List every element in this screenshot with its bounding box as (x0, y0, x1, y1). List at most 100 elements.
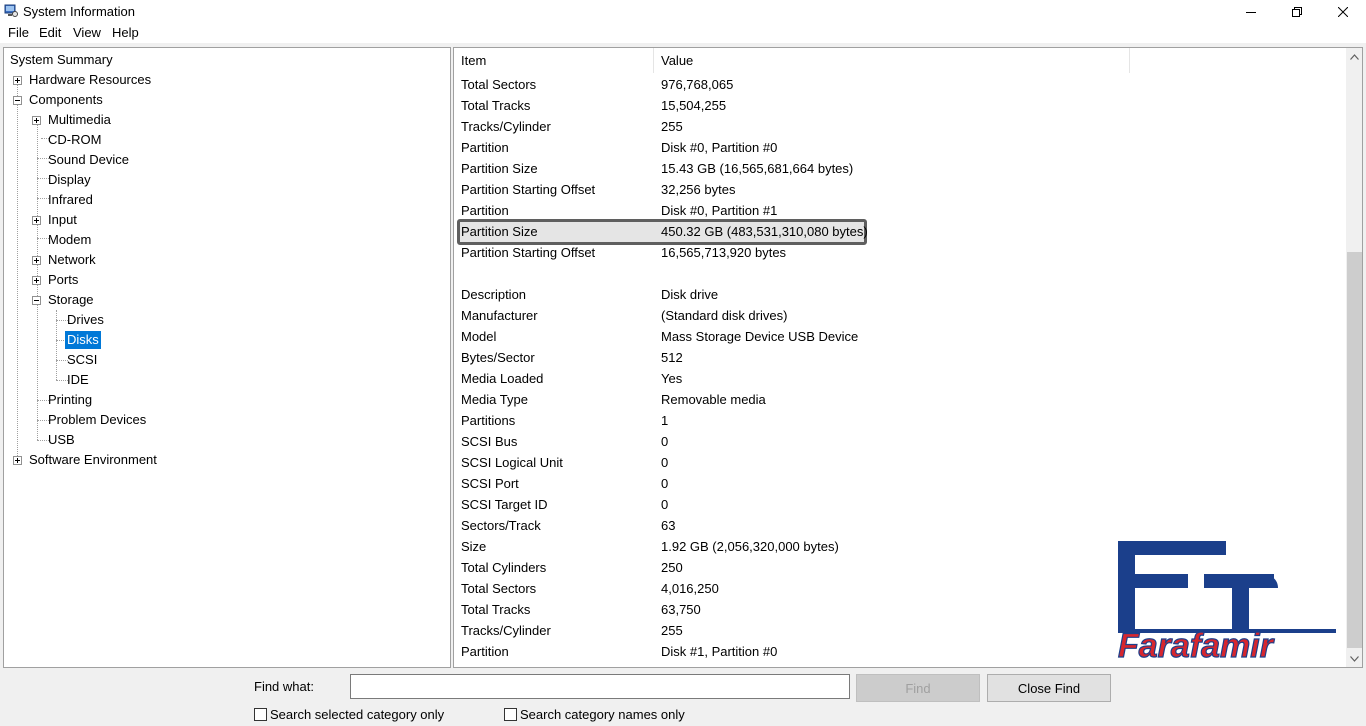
tree-item-label: Problem Devices (48, 412, 147, 427)
expand-icon[interactable] (13, 76, 22, 85)
table-row[interactable]: Partition Disk #0, Partition #0 (454, 137, 1334, 158)
cell-item: SCSI Bus (461, 434, 518, 449)
cell-value: 0 (661, 497, 669, 512)
cell-value: 976,768,065 (661, 77, 734, 92)
cell-item: Total Tracks (461, 98, 531, 113)
checkbox-box[interactable] (504, 707, 517, 721)
cell-item: Total Sectors (461, 77, 537, 92)
tree-item-label: Hardware Resources (29, 72, 152, 87)
table-row[interactable]: SCSI Bus 0 (454, 431, 1334, 452)
vertical-scrollbar[interactable] (1346, 48, 1362, 667)
tree-item-label: Disks (65, 331, 101, 349)
table-row[interactable]: Sectors/Track 63 (454, 515, 1334, 536)
tree-item-label: Drives (67, 312, 104, 327)
table-row[interactable]: Manufacturer (Standard disk drives) (454, 305, 1334, 326)
cell-item: Total Tracks (461, 602, 531, 617)
find-what-label: Find what: (254, 679, 314, 694)
table-row[interactable]: SCSI Target ID 0 (454, 494, 1334, 515)
table-row[interactable]: Model Mass Storage Device USB Device (454, 326, 1334, 347)
column-header-value[interactable]: Value (654, 48, 1130, 73)
tree-item-label: Ports (48, 272, 79, 287)
table-row[interactable]: SCSI Port 0 (454, 473, 1334, 494)
find-input[interactable] (350, 674, 850, 699)
collapse-icon[interactable] (13, 96, 22, 105)
cell-value: 0 (661, 434, 669, 449)
tree-item-label: Multimedia (48, 112, 111, 127)
cell-item: Partitions (461, 413, 516, 428)
tree-item-label: Network (48, 252, 96, 267)
table-row[interactable]: Media Loaded Yes (454, 368, 1334, 389)
expand-icon[interactable] (32, 216, 41, 225)
cell-item: Partition Starting Offset (461, 182, 596, 197)
table-row[interactable]: Media Type Removable media (454, 389, 1334, 410)
cell-value: 0 (661, 455, 669, 470)
table-row[interactable]: Partition Starting Offset 16,565,713,920 … (454, 242, 1334, 263)
minimize-icon (1246, 11, 1256, 13)
menu-file[interactable]: File (8, 25, 29, 40)
menu-edit[interactable]: Edit (39, 25, 61, 40)
cell-item: Partition Size (461, 161, 538, 176)
cell-value: 1 (661, 413, 669, 428)
menu-view[interactable]: View (73, 25, 101, 40)
cell-value: Yes (661, 371, 683, 386)
close-find-button[interactable]: Close Find (987, 674, 1111, 702)
cell-item: Media Type (461, 392, 528, 407)
tree-item-label: Components (29, 92, 103, 107)
tree-item-label: System Summary (10, 52, 113, 67)
tree-line (17, 78, 18, 460)
cell-item: Total Cylinders (461, 560, 547, 575)
scroll-up-button[interactable] (1346, 48, 1362, 65)
cell-value: (Standard disk drives) (661, 308, 788, 323)
search-selected-category-checkbox[interactable]: Search selected category only (254, 707, 444, 722)
tree-item-label: Input (48, 212, 77, 227)
column-header-item[interactable]: Item (454, 48, 654, 73)
cell-item: SCSI Port (461, 476, 519, 491)
cell-item: Description (461, 287, 527, 302)
tree-item-label: CD-ROM (48, 132, 102, 147)
chevron-up-icon (1350, 53, 1359, 60)
expand-icon[interactable] (32, 256, 41, 265)
menu-bar: File Edit View Help (0, 23, 1366, 43)
cell-value: 15.43 GB (16,565,681,664 bytes) (661, 161, 854, 176)
table-row[interactable] (454, 263, 1334, 284)
cell-item: Manufacturer (461, 308, 538, 323)
cell-value: 512 (661, 350, 683, 365)
table-row[interactable]: Partition Disk #0, Partition #1 (454, 200, 1334, 221)
scroll-thumb[interactable] (1347, 252, 1362, 648)
search-category-names-checkbox[interactable]: Search category names only (504, 707, 685, 722)
table-row[interactable]: Total Tracks 15,504,255 (454, 95, 1334, 116)
cell-item: SCSI Target ID (461, 497, 548, 512)
cell-item: Partition (461, 140, 509, 155)
cell-value: 250 (661, 560, 683, 575)
menu-help[interactable]: Help (112, 25, 139, 40)
table-row[interactable]: Description Disk drive (454, 284, 1334, 305)
expand-icon[interactable] (32, 116, 41, 125)
tree-item-label: Storage (48, 292, 94, 307)
category-tree[interactable]: System Summary Hardware Resources Compon… (3, 47, 451, 668)
cell-item: Partition (461, 203, 509, 218)
scroll-down-button[interactable] (1346, 650, 1362, 667)
cell-value: 255 (661, 119, 683, 134)
table-row[interactable]: SCSI Logical Unit 0 (454, 452, 1334, 473)
system-info-icon (4, 4, 18, 17)
expand-icon[interactable] (13, 456, 22, 465)
table-row[interactable]: Partition Starting Offset 32,256 bytes (454, 179, 1334, 200)
cell-item: Size (461, 539, 487, 554)
minimize-button[interactable] (1228, 0, 1274, 23)
tree-item-label: SCSI (67, 352, 98, 367)
table-row[interactable]: Partitions 1 (454, 410, 1334, 431)
table-row[interactable]: Total Sectors 976,768,065 (454, 74, 1334, 95)
chevron-down-icon (1350, 655, 1359, 662)
table-row[interactable]: Bytes/Sector 512 (454, 347, 1334, 368)
tree-item-label: Modem (48, 232, 92, 247)
checkbox-box[interactable] (254, 707, 267, 721)
collapse-icon[interactable] (32, 296, 41, 305)
svg-text:Farafamir: Farafamir (1118, 627, 1275, 662)
table-row[interactable]: Tracks/Cylinder 255 (454, 116, 1334, 137)
find-button[interactable]: Find (856, 674, 980, 702)
table-row[interactable]: Partition Size 450.32 GB (483,531,310,080… (454, 221, 1334, 242)
restore-button[interactable] (1274, 0, 1320, 23)
table-row[interactable]: Partition Size 15.43 GB (16,565,681,664 b… (454, 158, 1334, 179)
close-button[interactable] (1320, 0, 1366, 23)
expand-icon[interactable] (32, 276, 41, 285)
